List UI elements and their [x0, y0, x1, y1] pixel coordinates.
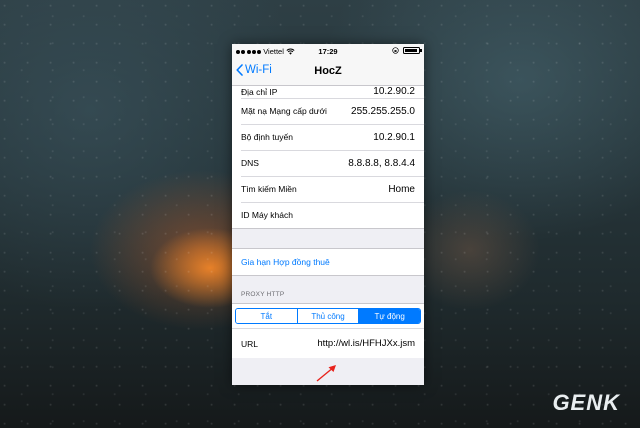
url-value[interactable]: http://wl.is/HFHJXx.jsm — [317, 338, 415, 349]
row-value: 10.2.90.2 — [373, 86, 415, 97]
row-label: DNS — [241, 158, 259, 168]
network-info-group: Địa chỉ IP 10.2.90.2 Mặt nạ Mạng cấp dướ… — [232, 86, 424, 228]
row-label: Bộ định tuyến — [241, 132, 293, 142]
row-label: Địa chỉ IP — [241, 87, 278, 97]
info-row-ip: Địa chỉ IP 10.2.90.2 — [232, 86, 424, 98]
status-bar: Viettel 17:29 — [232, 44, 424, 58]
proxy-section-header: PROXY HTTP — [232, 275, 424, 303]
proxy-url-field[interactable]: URL http://wl.is/HFHJXx.jsm — [232, 328, 424, 358]
info-row-router: Bộ định tuyến 10.2.90.1 — [232, 124, 424, 150]
renew-lease-group: Gia hạn Hợp đồng thuê — [232, 249, 424, 275]
navigation-bar: Wi-Fi HocZ — [232, 58, 424, 86]
row-value: 10.2.90.1 — [373, 131, 415, 143]
section-spacer — [232, 228, 424, 249]
url-label: URL — [241, 338, 259, 349]
row-value: 8.8.8.8, 8.8.4.4 — [348, 157, 415, 169]
renew-lease-button[interactable]: Gia hạn Hợp đồng thuê — [232, 249, 424, 275]
row-value: Home — [388, 183, 415, 195]
info-row-client-id[interactable]: ID Máy khách — [232, 202, 424, 228]
row-value: 255.255.255.0 — [351, 105, 415, 117]
proxy-mode-control-container: Tắt Thủ công Tự động — [232, 303, 424, 328]
row-label: Mặt nạ Mạng cấp dưới — [241, 106, 327, 116]
rotation-lock-icon — [392, 46, 399, 54]
row-label: Tìm kiếm Miền — [241, 184, 297, 194]
info-row-dns[interactable]: DNS 8.8.8.8, 8.8.4.4 — [232, 150, 424, 176]
page-title: HocZ — [314, 65, 342, 77]
info-row-subnet: Mặt nạ Mạng cấp dưới 255.255.255.0 — [232, 98, 424, 124]
proxy-option-manual[interactable]: Thủ công — [296, 309, 359, 323]
genk-logo: GENK — [552, 390, 620, 415]
proxy-option-off[interactable]: Tắt — [236, 309, 297, 323]
row-label: ID Máy khách — [241, 210, 293, 220]
phone-screen: Viettel 17:29 Wi-Fi HocZ Địa chỉ IP 10.2… — [232, 44, 424, 385]
battery-icon — [403, 46, 422, 54]
proxy-mode-segmented-control: Tắt Thủ công Tự động — [235, 308, 421, 324]
proxy-option-auto[interactable]: Tự động — [358, 309, 420, 323]
red-arrow-annotation — [316, 365, 336, 382]
info-row-search-domain[interactable]: Tìm kiếm Miền Home — [232, 176, 424, 202]
